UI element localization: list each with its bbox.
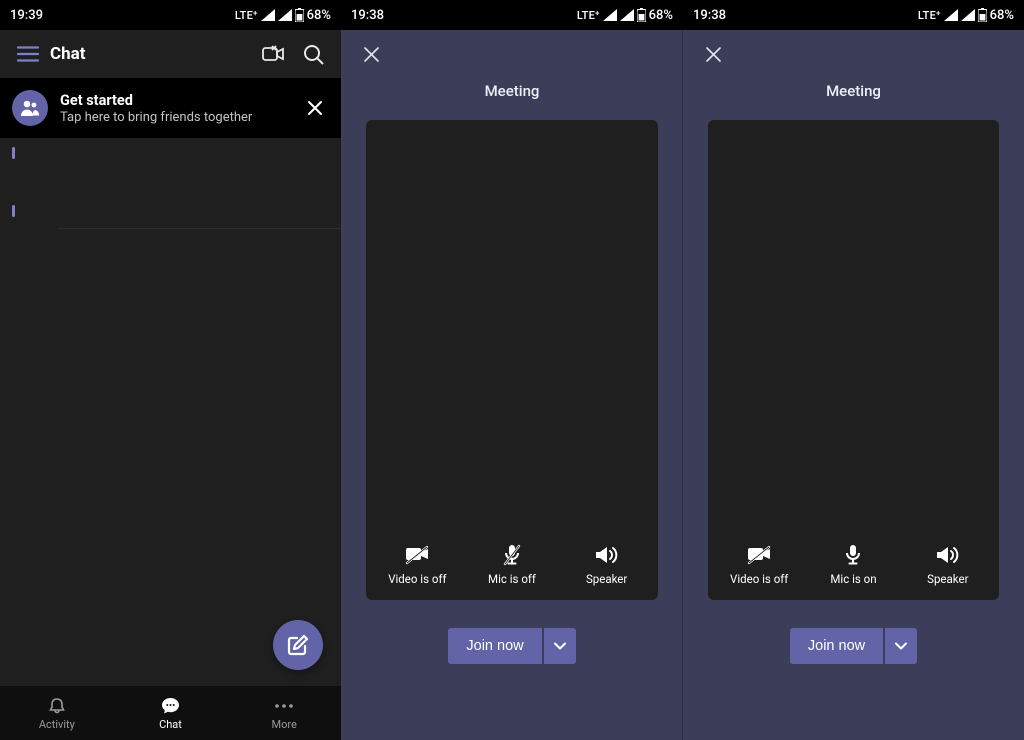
close-icon [307,100,323,116]
status-time: 19:39 [10,8,43,23]
search-button[interactable] [293,34,333,74]
close-icon [705,46,722,63]
meeting-title: Meeting [683,78,1024,120]
hamburger-icon [17,46,39,62]
status-time: 19:38 [351,8,384,23]
battery-icon [978,8,987,22]
nav-label: More [272,718,297,731]
speaker-icon [595,545,619,565]
control-label: Video is off [730,572,788,586]
signal-icon [620,9,634,21]
video-call-icon [262,45,284,63]
chevron-down-icon [895,642,907,650]
status-network-label: LTE+ [918,9,941,22]
control-label: Mic is off [488,572,536,586]
get-started-banner[interactable]: Get started Tap here to bring friends to… [0,78,341,138]
nav-label: Chat [159,718,182,731]
status-network-label: LTE+ [577,9,600,22]
control-label: Mic is on [830,572,876,586]
more-icon [274,703,294,709]
compose-icon [287,634,309,656]
control-label: Speaker [927,572,968,586]
bell-icon [48,697,66,715]
status-battery-pct: 68% [990,8,1014,23]
status-battery-pct: 68% [649,8,673,23]
chevron-down-icon [554,642,566,650]
mic-on-icon [843,544,863,566]
control-label: Video is off [388,572,446,586]
close-icon [363,46,380,63]
camera-preview: Video is off Mic is off Speaker [366,120,658,600]
status-bar: 19:38 LTE+ 68% [683,0,1024,30]
chat-topbar: Chat [0,30,341,78]
join-now-button[interactable]: Join now [448,628,541,664]
group-avatar-icon [12,90,48,126]
signal-icon [278,9,292,21]
banner-subtitle: Tap here to bring friends together [60,110,289,125]
toggle-mic-button[interactable]: Mic is off [467,544,557,586]
battery-icon [295,8,304,22]
signal-icon [603,9,617,21]
search-icon [303,44,324,65]
status-battery-pct: 68% [307,8,331,23]
meeting-title: Meeting [341,78,683,120]
close-meeting-button[interactable] [351,34,391,74]
chat-screen: 19:39 LTE+ 68% Chat [0,0,341,740]
mic-off-icon [502,544,522,566]
list-marker [12,147,15,159]
join-options-button[interactable] [885,628,917,664]
meeting-join-screen-mic-on: 19:38 LTE+ 68% Meeting Vi [683,0,1024,740]
list-marker [12,205,15,217]
bottom-nav: Activity Chat More [0,686,341,740]
camera-preview: Video is off Mic is on Speaker [708,120,999,600]
dismiss-banner-button[interactable] [301,88,329,128]
join-options-button[interactable] [544,628,576,664]
signal-icon [961,9,975,21]
video-off-icon [405,545,429,565]
toggle-video-button[interactable]: Video is off [714,544,804,586]
nav-chat[interactable]: Chat [114,686,228,740]
banner-title: Get started [60,92,289,109]
battery-icon [637,8,646,22]
chat-icon [161,697,180,715]
meet-now-button[interactable] [253,34,293,74]
status-bar: 19:38 LTE+ 68% [341,0,683,30]
status-network-label: LTE+ [235,9,258,22]
audio-output-button[interactable]: Speaker [562,544,652,586]
close-meeting-button[interactable] [693,34,733,74]
toggle-mic-button[interactable]: Mic is on [808,544,898,586]
new-chat-fab[interactable] [273,620,323,670]
nav-activity[interactable]: Activity [0,686,114,740]
audio-output-button[interactable]: Speaker [903,544,993,586]
divider [58,228,341,229]
signal-icon [944,9,958,21]
meeting-join-screen-mic-off: 19:38 LTE+ 68% Meeting Vi [341,0,683,740]
nav-more[interactable]: More [227,686,341,740]
speaker-icon [936,545,960,565]
status-bar: 19:39 LTE+ 68% [0,0,341,30]
page-title: Chat [50,44,253,64]
signal-icon [261,9,275,21]
join-now-button[interactable]: Join now [790,628,883,664]
menu-button[interactable] [8,34,48,74]
control-label: Speaker [586,572,627,586]
nav-label: Activity [39,718,75,731]
toggle-video-button[interactable]: Video is off [372,544,462,586]
video-off-icon [747,545,771,565]
status-time: 19:38 [693,8,726,23]
